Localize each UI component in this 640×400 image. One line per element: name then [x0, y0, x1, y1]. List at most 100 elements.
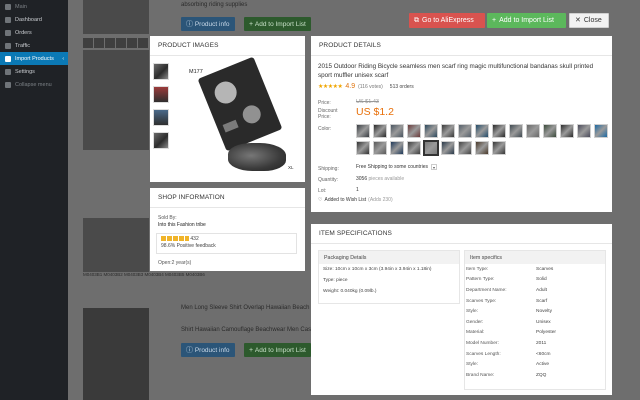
color-swatch[interactable]	[492, 141, 506, 155]
original-price: US $1.43	[356, 99, 379, 105]
star-rating-icon: ★★★★★	[318, 84, 343, 90]
sidebar-item-main[interactable]: Main	[0, 0, 68, 13]
shop-information-panel: SHOP INFORMATION Sold By: Into this Fash…	[150, 188, 305, 271]
thumbnail[interactable]	[153, 132, 169, 149]
sidebar-item-label: Collapse menu	[15, 81, 52, 88]
plus-icon: +	[249, 346, 254, 354]
table-row: Brand Name: ZQQ	[465, 370, 605, 381]
sidebar: Main Dashboard Orders Traffic Import Pro…	[0, 0, 68, 400]
item-specifications-panel: ITEM SPECIFICATIONS Packaging Details Si…	[311, 224, 612, 395]
shipping-label: Shipping:	[318, 166, 339, 172]
product-info-button[interactable]: ⓘ Product info	[181, 17, 235, 31]
add-to-import-list-button[interactable]: + Add to Import List	[244, 17, 311, 31]
product-description: absorbing riding supplies	[181, 2, 248, 8]
product-info-button[interactable]: ⓘ Product info	[181, 343, 235, 357]
spec-key: Gender:	[466, 319, 484, 325]
color-swatch[interactable]	[390, 141, 404, 155]
color-swatch[interactable]	[458, 124, 472, 138]
product-image	[83, 308, 149, 400]
thumbnail[interactable]	[153, 63, 169, 80]
color-swatch[interactable]	[543, 124, 557, 138]
sidebar-item-dashboard[interactable]: Dashboard	[0, 13, 68, 26]
size-label: XL	[288, 165, 294, 170]
panel-title: SHOP INFORMATION	[158, 194, 225, 201]
color-swatch[interactable]	[526, 124, 540, 138]
rating-votes: (116 votes)	[358, 83, 383, 90]
shop-feedback: 98.6% Positive feedback	[161, 243, 216, 249]
discount-price: US $1.2	[356, 106, 394, 118]
color-swatch[interactable]	[407, 124, 421, 138]
color-swatch[interactable]	[390, 124, 404, 138]
color-swatch[interactable]	[356, 141, 370, 155]
shop-sold-by: Sold By: Into this Fashion tribe	[158, 215, 206, 229]
close-button[interactable]: ✕ Close	[569, 13, 609, 28]
sidebar-item-import-products[interactable]: Import Products ‹	[0, 52, 68, 65]
color-swatch[interactable]	[356, 124, 370, 138]
sidebar-collapse-menu[interactable]: Collapse menu	[0, 78, 68, 91]
product-rating: ★★★★★ 4.9 (116 votes) 513 orders	[318, 83, 414, 90]
color-swatch[interactable]	[373, 124, 387, 138]
model-label: M177	[189, 69, 203, 75]
color-swatch[interactable]	[577, 124, 591, 138]
spec-value: Scarves	[536, 266, 554, 272]
sidebar-item-label: Main	[15, 3, 27, 10]
sidebar-item-settings[interactable]: Settings	[0, 65, 68, 78]
gear-icon	[5, 68, 11, 75]
button-label: Product info	[194, 20, 230, 28]
product-image	[83, 218, 149, 272]
shop-name[interactable]: Into this Fashion tribe	[158, 222, 206, 229]
panel-title: PRODUCT IMAGES	[158, 42, 219, 49]
spec-key: Department Name:	[466, 287, 507, 293]
color-swatch[interactable]	[475, 141, 489, 155]
panel-title: ITEM SPECIFICATIONS	[319, 230, 392, 237]
divider	[150, 55, 305, 56]
spec-value: Novelty	[536, 309, 552, 315]
color-swatch[interactable]	[441, 124, 455, 138]
color-swatch[interactable]	[509, 124, 523, 138]
add-to-import-list-button[interactable]: + Add to Import List	[487, 13, 566, 28]
color-swatch[interactable]	[594, 124, 608, 138]
divider	[150, 207, 305, 208]
button-label: Add to Import List	[254, 20, 306, 28]
color-swatch[interactable]	[407, 141, 421, 155]
color-swatch[interactable]	[475, 124, 489, 138]
item-specifics-table: Item specifics Item Type: Scarves Pattern …	[464, 250, 606, 390]
sidebar-item-label: Traffic	[15, 42, 30, 49]
color-swatch[interactable]	[492, 124, 506, 138]
table-row: Pattern Type: Solid	[465, 275, 605, 286]
color-swatch[interactable]	[424, 124, 438, 138]
sidebar-item-traffic[interactable]: Traffic	[0, 39, 68, 52]
thumbnail[interactable]	[153, 86, 169, 103]
order-count: 513 orders	[389, 83, 414, 90]
color-swatch[interactable]	[423, 140, 439, 156]
color-swatch[interactable]	[441, 141, 455, 155]
quantity-available: 3056 pieces available	[356, 176, 404, 182]
chevron-left-icon: ‹	[62, 55, 64, 62]
quantity-value: 3056	[356, 176, 368, 182]
sidebar-item-label: Orders	[15, 29, 32, 36]
product-title: 2015 Outdoor Riding Bicycle seamless men…	[318, 63, 594, 79]
info-icon: ⓘ	[186, 20, 193, 28]
shipping-select[interactable]: Free Shipping to some countries ▾	[356, 164, 437, 170]
sidebar-item-orders[interactable]: Orders	[0, 26, 68, 39]
go-to-aliexpress-button[interactable]: ⧉ Go to AliExpress	[409, 13, 485, 28]
color-swatch[interactable]	[458, 141, 472, 155]
add-to-import-list-button[interactable]: + Add to Import List	[244, 343, 311, 357]
price-label: Price:	[318, 100, 331, 106]
scarf-image	[197, 56, 283, 152]
chevron-down-icon: ▾	[430, 164, 437, 170]
scarf-tube-image	[228, 143, 286, 171]
color-label: Color:	[318, 126, 332, 132]
color-swatch[interactable]	[560, 124, 574, 138]
thumbnail[interactable]	[153, 109, 169, 126]
product-image	[83, 50, 149, 150]
button-label: Add to Import List	[254, 346, 306, 354]
background-swatches	[83, 38, 148, 48]
discount-price-label: Discount Price:	[318, 108, 338, 120]
spec-key: Pattern Type:	[466, 277, 495, 283]
wishlist-status[interactable]: ♡ Added to Wish List (Adds 230)	[318, 197, 393, 203]
table-row: Material: Polyester	[465, 328, 605, 339]
plus-icon: +	[249, 20, 254, 28]
sku-labels: M0403B1 M0403B2 M0403B3 M0403B4 M0403B5 …	[83, 272, 205, 277]
color-swatch[interactable]	[373, 141, 387, 155]
